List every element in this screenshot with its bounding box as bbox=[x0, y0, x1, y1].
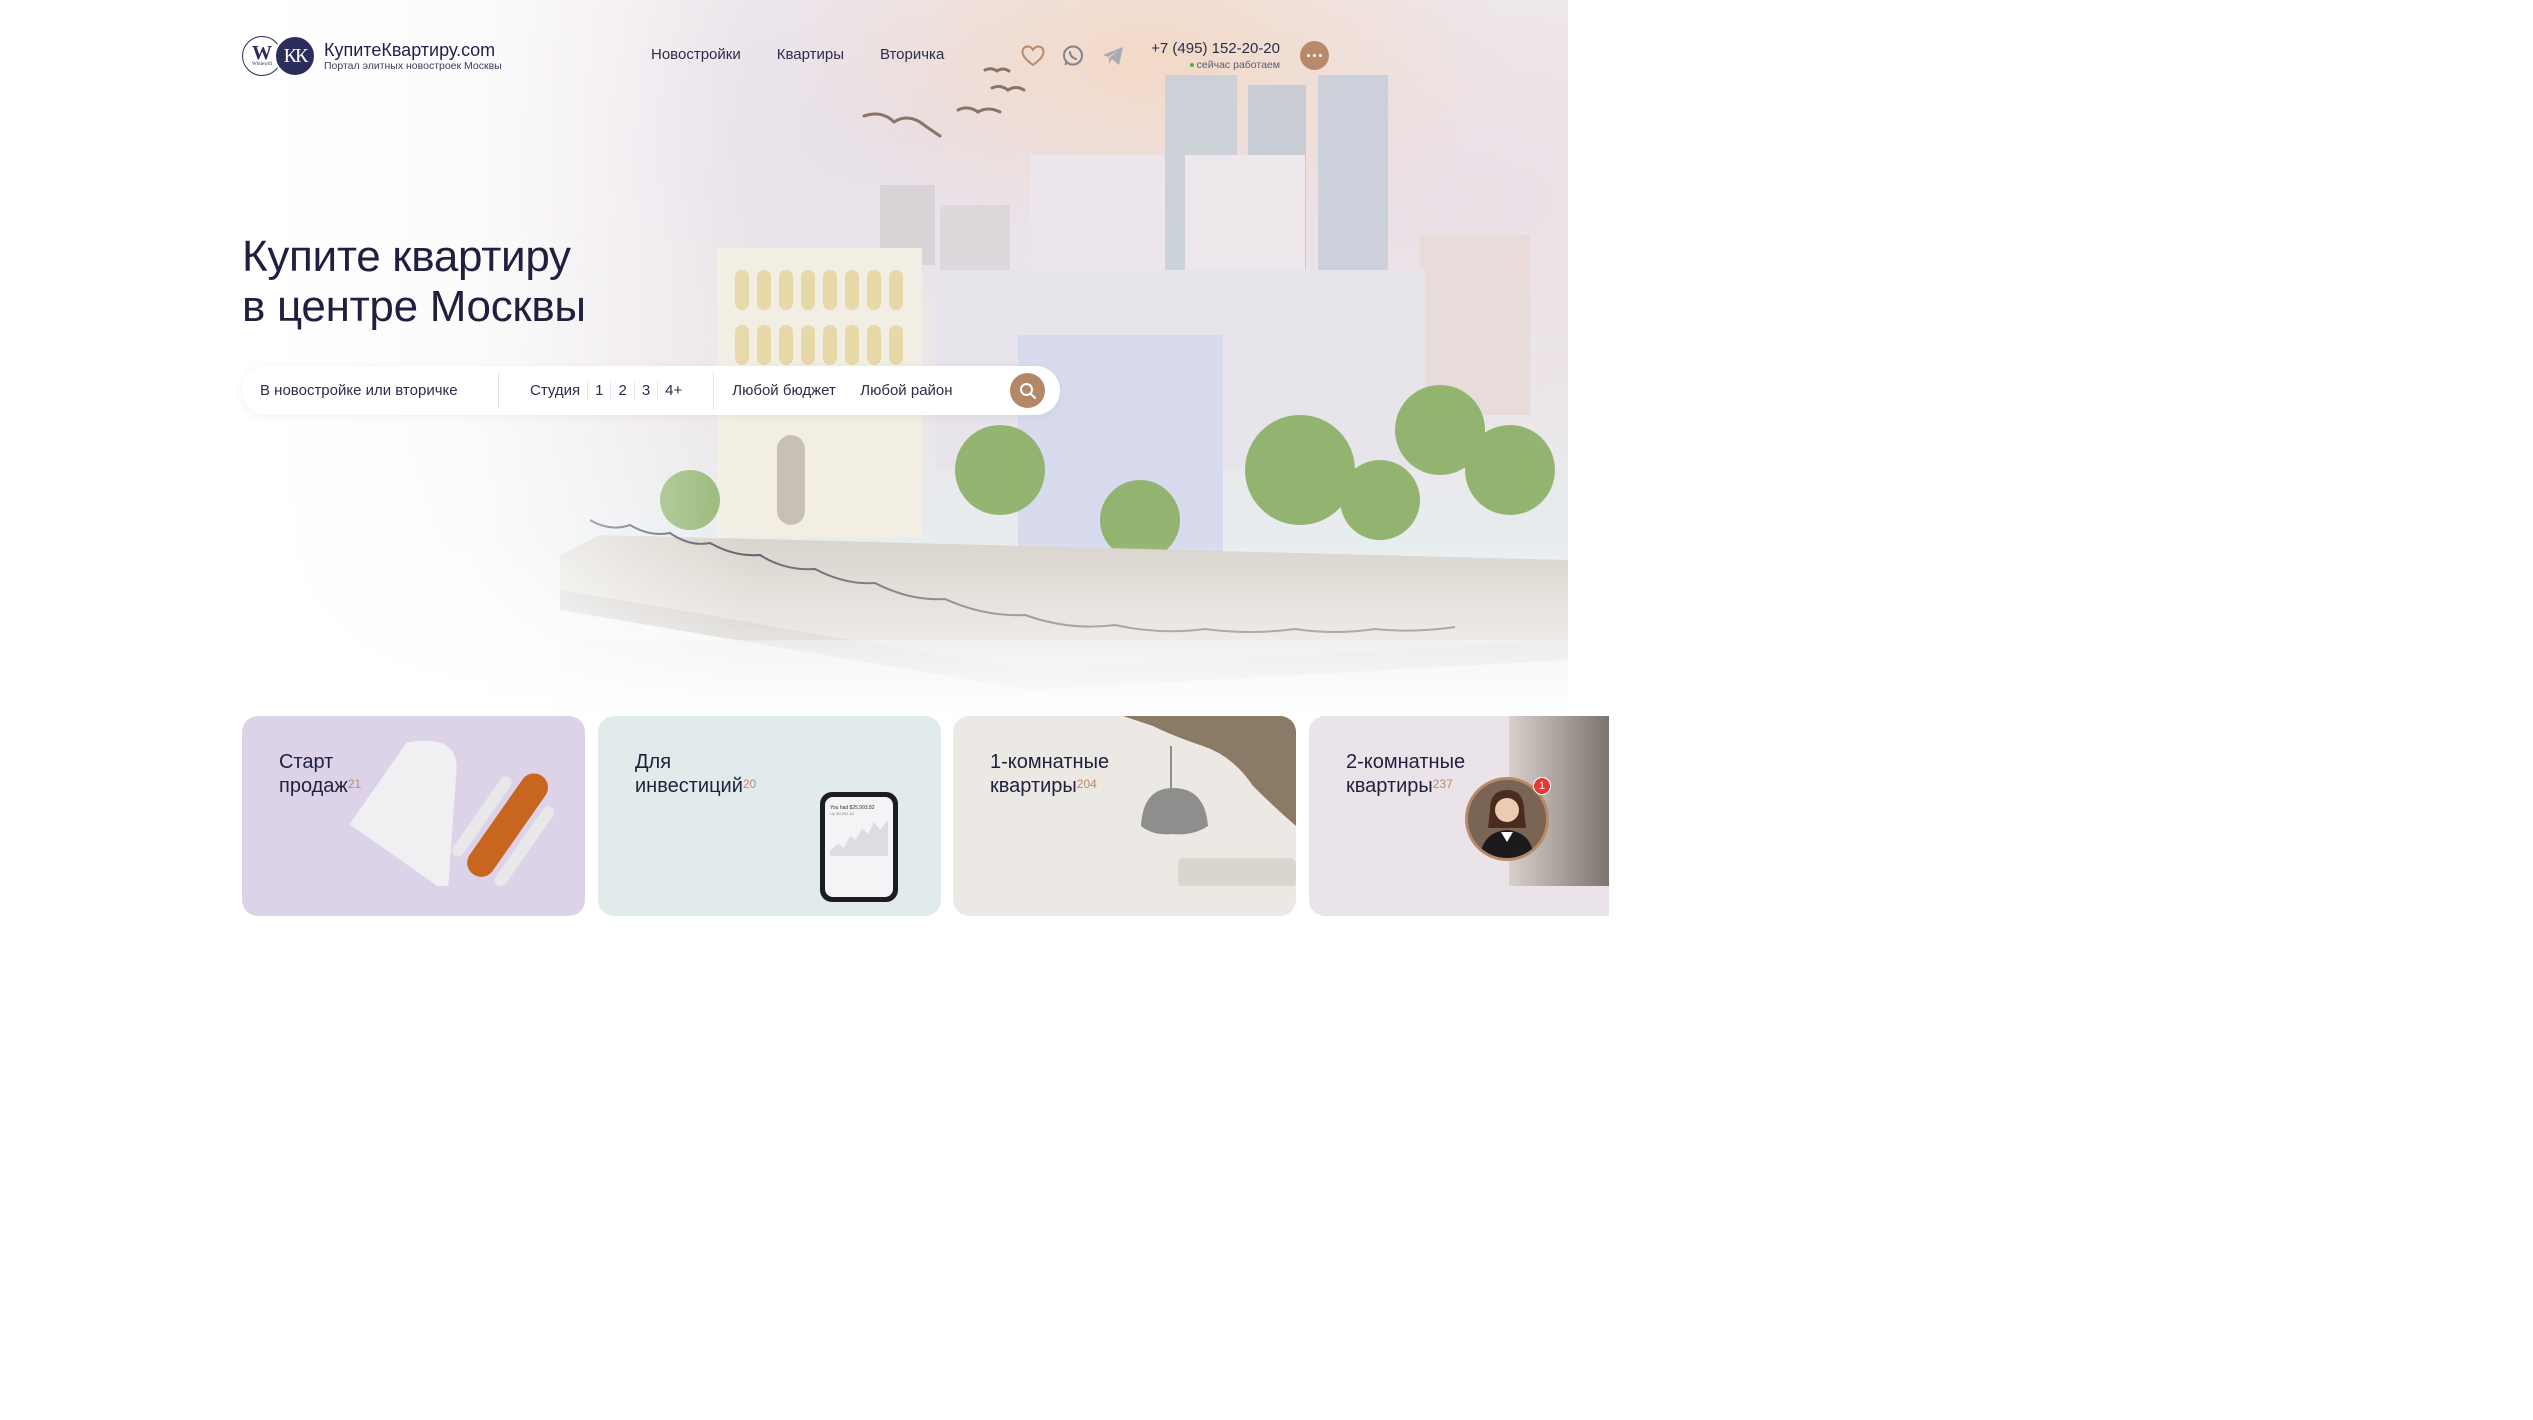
work-status-text: сейчас работаем bbox=[1196, 59, 1280, 71]
logo-title: КупитеКвартиру.com bbox=[324, 39, 496, 60]
card-count: 237 bbox=[1432, 777, 1453, 791]
search-button[interactable] bbox=[1010, 373, 1046, 408]
nav-item-novostroyki[interactable]: Новостройки bbox=[651, 46, 741, 63]
page-title-line-1: Купите квартиру bbox=[242, 232, 571, 281]
stock-chart-image bbox=[830, 820, 888, 856]
nav-item-kvartiry[interactable]: Квартиры bbox=[777, 46, 844, 63]
logo-subtitle: Портал элитных новостроек Москвы bbox=[324, 59, 502, 72]
contact-phone[interactable]: +7 (495) 152-20-20 сейчас работаем bbox=[1140, 40, 1280, 72]
more-menu-button[interactable] bbox=[1300, 41, 1329, 70]
site-logo[interactable]: W Whitewill КК КупитеКвартиру.com Портал… bbox=[242, 35, 502, 77]
space-shuttle-image bbox=[349, 740, 555, 886]
nav-item-vtorichka[interactable]: Вторичка bbox=[880, 46, 944, 63]
search-bar: В новостройке или вторичке Студия 1 2 3 … bbox=[242, 366, 1060, 415]
page-title: Купите квартиру в центре Москвы bbox=[242, 232, 586, 332]
whitewill-logo-text: Whitewill bbox=[252, 62, 272, 67]
category-card-1-room[interactable]: 1-комнатные квартиры204 bbox=[953, 716, 1296, 916]
category-card-investment[interactable]: Для инвестиций20 You had $25,993.82 Up $… bbox=[598, 716, 941, 916]
card-count: 20 bbox=[742, 777, 757, 791]
card-title-line-1: 2-комнатные bbox=[1346, 751, 1466, 773]
work-status: сейчас работаем bbox=[1140, 58, 1280, 72]
rooms-filter: Студия 1 2 3 4+ bbox=[499, 366, 713, 415]
rooms-option-4plus[interactable]: 4+ bbox=[658, 382, 689, 400]
card-title-line-2: квартиры bbox=[1346, 775, 1433, 797]
card-title-line-1: Для bbox=[635, 751, 672, 773]
search-icon bbox=[1019, 382, 1036, 399]
online-dot-icon bbox=[1189, 63, 1194, 68]
property-type-select[interactable]: В новостройке или вторичке bbox=[242, 382, 498, 399]
phone-image: You had $25,993.82 Up $3,951.64 bbox=[820, 792, 898, 902]
kk-logo-letters: КК bbox=[283, 44, 309, 67]
page-title-line-2: в центре Москвы bbox=[242, 282, 586, 331]
chat-widget[interactable]: 1 bbox=[1465, 777, 1551, 861]
interior-lamp-image bbox=[1123, 716, 1296, 886]
district-select[interactable]: Любой район bbox=[860, 382, 1012, 399]
whatsapp-icon[interactable] bbox=[1060, 43, 1086, 69]
rooms-option-1[interactable]: 1 bbox=[588, 381, 612, 400]
heart-icon[interactable] bbox=[1020, 43, 1046, 69]
kk-logo: КК bbox=[274, 35, 316, 77]
city-illustration bbox=[560, 67, 1568, 720]
card-title: 2-комнатные квартиры237 bbox=[1346, 750, 1465, 798]
category-card-start-sales[interactable]: Старт продаж21 bbox=[242, 716, 585, 916]
telegram-icon[interactable] bbox=[1100, 43, 1126, 69]
card-title-line-2: инвестиций bbox=[635, 775, 743, 797]
whitewill-logo-letter: W bbox=[252, 42, 272, 64]
rooms-option-3[interactable]: 3 bbox=[635, 381, 659, 400]
rooms-option-2[interactable]: 2 bbox=[611, 381, 635, 400]
category-card-2-room[interactable]: 2-комнатные квартиры237 bbox=[1309, 716, 1609, 916]
budget-select[interactable]: Любой бюджет bbox=[714, 382, 860, 399]
card-title: Для инвестиций20 bbox=[635, 750, 756, 798]
rooms-option-studio[interactable]: Студия bbox=[523, 381, 589, 400]
social-links bbox=[1020, 43, 1140, 69]
phone-number[interactable]: +7 (495) 152-20-20 bbox=[1140, 40, 1280, 58]
notification-badge: 1 bbox=[1533, 777, 1551, 795]
hero-background bbox=[0, 0, 1568, 720]
main-nav: Новостройки Квартиры Вторичка bbox=[651, 46, 980, 63]
